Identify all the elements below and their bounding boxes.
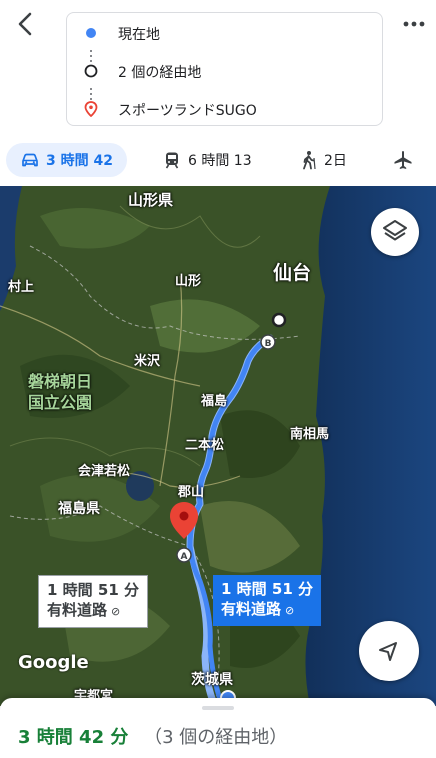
- toll-icon: ⊘: [285, 604, 295, 617]
- mode-transit-tab[interactable]: 6 時間 13: [162, 143, 252, 177]
- map-view[interactable]: B A 山形県 仙台 村上 山形 米沢 磐梯朝日 国立公園 福島 南相馬 二本松…: [0, 186, 436, 706]
- marker-a-letter: A: [181, 552, 188, 562]
- callout-alt-time: 1 時間 51 分: [47, 581, 139, 599]
- map-label-national-park: 国立公園: [28, 393, 93, 412]
- waypoint-label: 2 個の経由地: [118, 65, 202, 81]
- summary-via: （3 個の経由地）: [144, 727, 288, 748]
- car-icon: [22, 153, 38, 167]
- airplane-icon: [394, 151, 412, 169]
- more-dots-icon: [403, 21, 425, 27]
- walk-icon: [303, 151, 316, 170]
- more-options-button[interactable]: [400, 10, 428, 38]
- map-label-fukushima: 福島: [201, 394, 228, 409]
- navigate-button[interactable]: [359, 621, 419, 681]
- map-label-sendai: 仙台: [273, 262, 312, 284]
- mode-walk-tab[interactable]: 2日: [298, 143, 347, 177]
- sheet-drag-handle[interactable]: [202, 706, 234, 710]
- back-arrow-icon: [18, 12, 32, 36]
- mode-car-label: 3 時間 42: [46, 153, 113, 169]
- destination-label: スポーツランドSUGO: [118, 103, 257, 119]
- map-label-aizuwakamatsu: 会津若松: [78, 464, 131, 479]
- waypoint-circle-icon: [84, 64, 98, 78]
- origin-row[interactable]: 現在地: [67, 21, 382, 45]
- map-label-nihonmatsu: 二本松: [185, 438, 225, 453]
- map-label-ibaraki-pref: 茨城県: [191, 672, 233, 688]
- origin-label: 現在地: [118, 27, 160, 43]
- map-label-murakami: 村上: [8, 280, 35, 295]
- back-button[interactable]: [10, 8, 42, 40]
- route-summary-sheet[interactable]: 3 時間 42 分 （3 個の経由地）: [0, 698, 436, 758]
- map-label-yamagata: 山形: [175, 274, 202, 289]
- map-label-minamisoma: 南相馬: [290, 427, 330, 442]
- layers-icon: [383, 220, 407, 241]
- destination-pin-icon: [84, 101, 98, 117]
- mode-transit-label: 6 時間 13: [188, 153, 252, 169]
- summary-time: 3 時間 42 分: [18, 727, 129, 748]
- map-label-koriyama: 郡山: [178, 485, 205, 500]
- directions-header: 現在地 2 個の経由地 スポーツランドSUGO: [0, 0, 436, 135]
- route-summary: 3 時間 42 分 （3 個の経由地）: [18, 723, 287, 749]
- map-label-fukushima-pref: 福島県: [58, 501, 100, 517]
- route-callout-alt[interactable]: 1 時間 51 分 有料道路 ⊘: [38, 575, 148, 628]
- callout-primary-time: 1 時間 51 分: [221, 580, 313, 598]
- marker-b-letter: B: [265, 339, 272, 349]
- current-location-icon: [86, 28, 96, 38]
- toll-icon: ⊘: [111, 605, 121, 618]
- waypoint-row[interactable]: 2 個の経由地: [67, 59, 382, 83]
- route-callout-primary[interactable]: 1 時間 51 分 有料道路 ⊘: [213, 575, 321, 626]
- navigation-arrow-icon: [379, 642, 397, 661]
- mode-flight-tab[interactable]: [392, 143, 414, 177]
- map-layers-button[interactable]: [371, 208, 419, 256]
- mode-walk-label: 2日: [324, 153, 347, 169]
- callout-primary-note: 有料道路: [221, 600, 282, 618]
- destination-row[interactable]: スポーツランドSUGO: [67, 97, 382, 121]
- google-logo: Google: [18, 652, 89, 673]
- map-label-yonezawa: 米沢: [134, 354, 161, 369]
- mode-car-tab[interactable]: 3 時間 42: [6, 143, 127, 177]
- route-waypoints-box: 現在地 2 個の経由地 スポーツランドSUGO: [66, 12, 383, 126]
- train-icon: [165, 152, 179, 169]
- travel-mode-tabs: 3 時間 42 6 時間 13 2日: [0, 140, 436, 182]
- map-label-yamagata-pref: 山形県: [128, 191, 174, 209]
- callout-alt-note: 有料道路: [47, 601, 108, 619]
